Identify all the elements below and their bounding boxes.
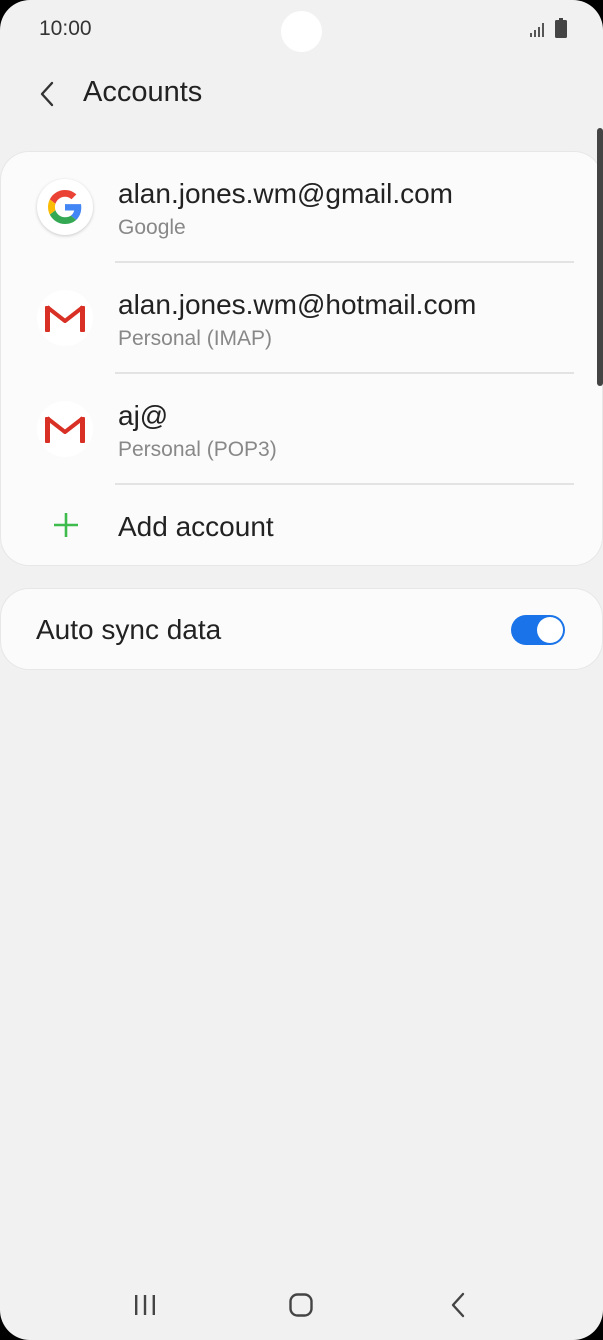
gmail-icon [37,401,93,457]
scrollbar[interactable] [597,128,603,386]
gmail-icon [37,290,93,346]
auto-sync-row[interactable]: Auto sync data [1,589,602,669]
home-icon[interactable] [289,1293,313,1317]
auto-sync-toggle[interactable] [511,615,565,645]
chevron-left-icon [40,81,54,107]
camera-cutout [281,11,322,52]
battery-icon [555,18,567,38]
add-account-button[interactable]: Add account [1,485,602,565]
auto-sync-label: Auto sync data [36,614,222,645]
google-icon [37,179,93,235]
account-row-google[interactable]: alan.jones.wm@gmail.com Google [1,152,602,263]
page-title: Accounts [83,76,203,108]
account-type: Personal (POP3) [118,438,277,461]
account-row-hotmail[interactable]: alan.jones.wm@hotmail.com Personal (IMAP… [1,263,602,374]
status-time: 10:00 [39,17,92,40]
back-button[interactable] [30,76,64,112]
screen: 10:00 Accounts alan.jones.wm@gmail.com G… [0,0,603,1340]
plus-icon [54,513,78,537]
account-type: Personal (IMAP) [118,327,273,350]
account-type: Google [118,216,186,239]
signal-icon [530,23,544,37]
toggle-knob [537,617,563,643]
account-email: aj@ [118,400,169,431]
account-email: alan.jones.wm@gmail.com [118,178,453,209]
accounts-card: alan.jones.wm@gmail.com Google alan.jone… [1,152,602,565]
account-email: alan.jones.wm@hotmail.com [118,289,477,320]
add-account-label: Add account [118,511,274,542]
recents-icon[interactable] [133,1294,157,1316]
nav-back-icon[interactable] [450,1292,466,1318]
account-row-pop3[interactable]: aj@ Personal (POP3) [1,374,602,485]
